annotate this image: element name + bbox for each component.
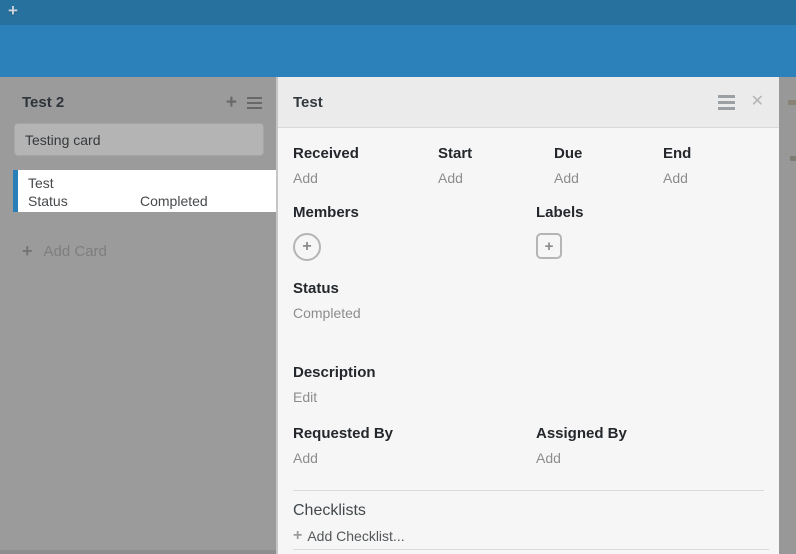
add-board-icon[interactable]: + <box>8 1 18 21</box>
new-card-input[interactable] <box>14 123 264 156</box>
clipped-card-fragment <box>788 100 796 105</box>
date-label: Due <box>554 145 663 162</box>
horizontal-scrollbar[interactable] <box>0 550 276 554</box>
add-label-button[interactable]: + <box>536 233 562 259</box>
assigned-by-label: Assigned By <box>536 425 764 442</box>
hamburger-bar <box>247 97 262 99</box>
add-checklist-label: Add Checklist... <box>307 528 404 544</box>
plus-icon: + <box>293 527 302 545</box>
labels-label: Labels <box>536 204 764 221</box>
labels-section: Labels + <box>536 204 764 261</box>
date-add-link[interactable]: Add <box>438 170 554 186</box>
date-add-link[interactable]: Add <box>554 170 663 186</box>
list-header-icons: + <box>226 96 262 110</box>
card-custom-field-row: Status Completed <box>28 192 280 210</box>
add-member-button[interactable]: + <box>293 233 321 261</box>
hamburger-bar <box>718 107 735 110</box>
card-detail-header: Test ✕ <box>278 77 779 128</box>
date-field-due: Due Add <box>554 145 663 186</box>
clipped-card-fragment <box>790 156 796 161</box>
requested-by-label: Requested By <box>293 425 536 442</box>
plus-icon: + <box>545 238 554 255</box>
close-icon[interactable]: ✕ <box>751 94 764 110</box>
list-column-test2: Test 2 + + Add Card <box>10 77 274 554</box>
clipped-list-column <box>779 77 796 554</box>
card-field-value: Completed <box>140 192 208 210</box>
board-header-bar <box>0 25 796 77</box>
members-section: Members + <box>293 204 536 261</box>
requested-by-section: Requested By Add <box>293 425 536 466</box>
card-title: Test <box>28 174 280 192</box>
board-canvas: Test 2 + + Add Card Test Status Complete… <box>0 77 796 554</box>
date-field-received: Received Add <box>293 145 438 186</box>
date-field-end: End Add <box>663 145 764 186</box>
status-value[interactable]: Completed <box>293 305 764 321</box>
description-edit-link[interactable]: Edit <box>293 389 764 405</box>
checklists-section: Checklists + Add Checklist... <box>293 490 764 545</box>
add-card-button[interactable]: + Add Card <box>22 241 107 262</box>
add-card-label: Add Card <box>44 243 107 260</box>
assigned-by-add-link[interactable]: Add <box>536 450 764 466</box>
members-label: Members <box>293 204 536 221</box>
hamburger-bar <box>247 107 262 109</box>
card-detail-title: Test <box>293 94 718 111</box>
divider <box>293 549 769 550</box>
card-menu-icon[interactable] <box>718 95 735 110</box>
date-label: Received <box>293 145 438 162</box>
date-label: End <box>663 145 764 162</box>
plus-icon: + <box>302 238 311 256</box>
card-detail-header-icons: ✕ <box>718 94 764 110</box>
card-detail-body: Received Add Start Add Due Add End Add <box>278 145 779 545</box>
status-section: Status Completed <box>293 280 764 321</box>
date-label: Start <box>438 145 554 162</box>
description-label: Description <box>293 364 764 381</box>
plus-icon: + <box>22 241 33 262</box>
requested-by-add-link[interactable]: Add <box>293 450 536 466</box>
date-add-link[interactable]: Add <box>293 170 438 186</box>
card-field-label: Status <box>28 192 140 210</box>
status-label: Status <box>293 280 764 297</box>
hamburger-bar <box>718 95 735 98</box>
requested-assigned-row: Requested By Add Assigned By Add <box>293 425 764 466</box>
dates-row: Received Add Start Add Due Add End Add <box>293 145 764 186</box>
checklists-label: Checklists <box>293 502 764 520</box>
date-field-start: Start Add <box>438 145 554 186</box>
list-menu-icon[interactable] <box>247 97 262 109</box>
date-add-link[interactable]: Add <box>663 170 764 186</box>
description-section: Description Edit <box>293 364 764 405</box>
add-checklist-button[interactable]: + Add Checklist... <box>293 527 764 545</box>
list-header: Test 2 + <box>10 77 274 111</box>
hamburger-bar <box>718 101 735 104</box>
assigned-by-section: Assigned By Add <box>536 425 764 466</box>
list-title: Test 2 <box>22 94 226 111</box>
members-labels-row: Members + Labels + <box>293 204 764 261</box>
card-detail-panel: Test ✕ Received Add Start Add <box>276 77 779 554</box>
hamburger-bar <box>247 102 262 104</box>
top-navbar: + <box>0 0 796 25</box>
list-add-card-icon[interactable]: + <box>226 96 237 110</box>
card-test[interactable]: Test Status Completed <box>13 170 280 212</box>
